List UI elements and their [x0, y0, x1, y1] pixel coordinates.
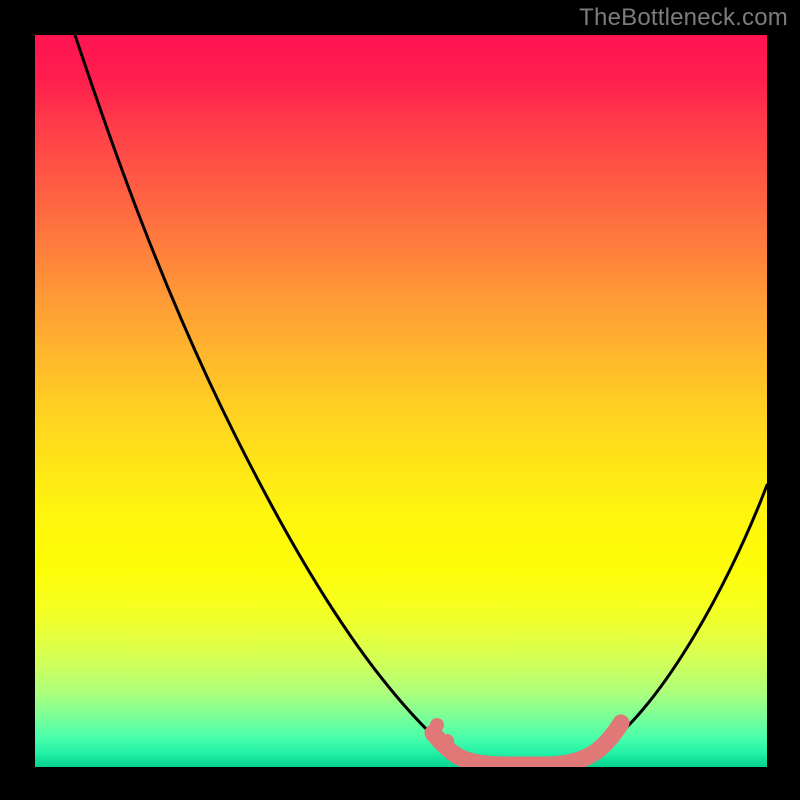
- attribution-label: TheBottleneck.com: [579, 4, 788, 32]
- curve-layer: [35, 35, 767, 767]
- highlight-dot-2: [440, 734, 454, 748]
- plot-area: [35, 35, 767, 767]
- chart-container: TheBottleneck.com: [0, 0, 800, 800]
- highlight-dot-1: [430, 718, 444, 732]
- bottleneck-curve: [75, 35, 767, 765]
- highlight-band: [433, 723, 621, 765]
